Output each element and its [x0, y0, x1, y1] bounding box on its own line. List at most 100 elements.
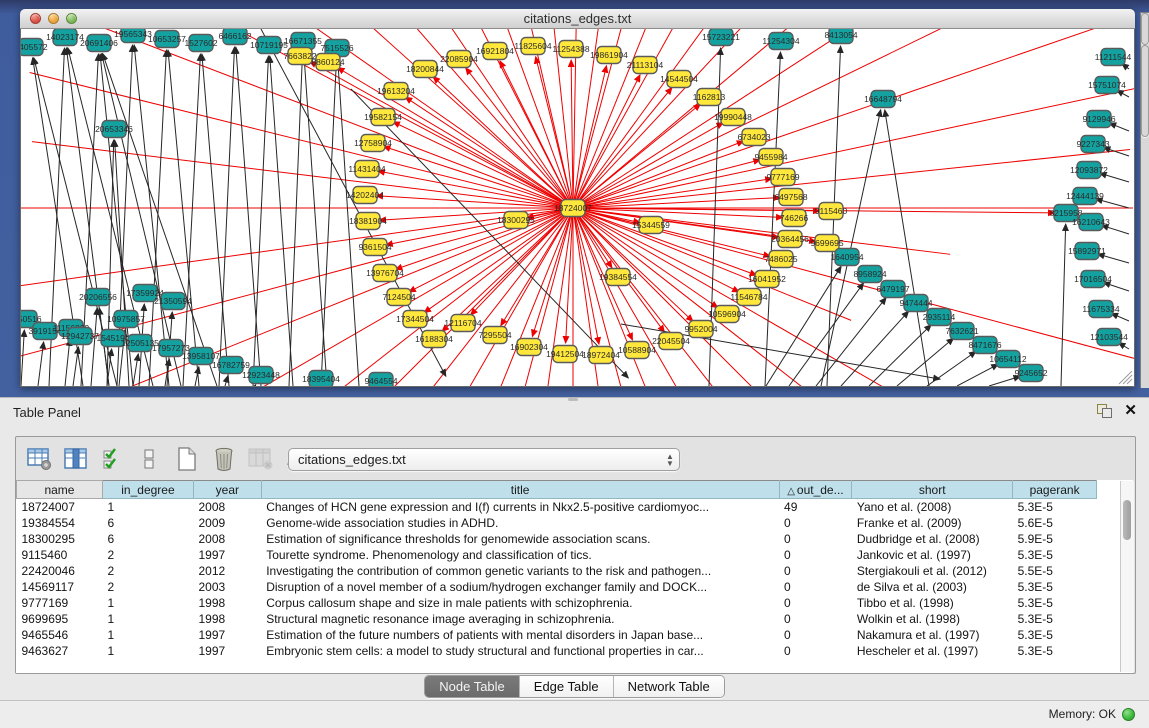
network-node[interactable]: 21113104	[627, 57, 664, 74]
network-node[interactable]: 2405572	[21, 39, 48, 56]
table-cell[interactable]: 5.6E-5	[1013, 515, 1097, 531]
table-cell[interactable]: 9115460	[17, 547, 103, 563]
citation-edge[interactable]	[957, 364, 998, 386]
network-node[interactable]: 16921804	[476, 43, 514, 60]
citation-edge[interactable]	[202, 54, 229, 386]
network-node[interactable]: 17016504	[1074, 271, 1112, 288]
table-cell[interactable]: Genome-wide association studies in ADHD.	[261, 515, 779, 531]
table-cell[interactable]: 0	[779, 547, 852, 563]
table-cell[interactable]: 5.3E-5	[1013, 643, 1097, 659]
table-cell[interactable]: Structural magnetic resonance image aver…	[261, 611, 779, 627]
table-cell[interactable]: Dudbridge et al. (2008)	[852, 531, 1013, 547]
table-cell[interactable]: 2	[102, 563, 193, 579]
citation-edge[interactable]	[21, 330, 24, 386]
table-cell[interactable]: Estimation of the future numbers of pati…	[261, 627, 779, 643]
citation-edge[interactable]	[133, 354, 138, 386]
delete-icon[interactable]	[211, 446, 237, 472]
table-cell[interactable]: 1997	[193, 547, 261, 563]
table-cell[interactable]: 18724007	[17, 499, 103, 516]
citation-edge[interactable]	[73, 347, 78, 386]
citation-edge[interactable]	[236, 47, 261, 386]
network-node[interactable]: 9474444	[899, 295, 932, 312]
citation-edge[interactable]	[38, 342, 44, 386]
table-cell[interactable]: 5.3E-5	[1013, 579, 1097, 595]
table-cell[interactable]: 1998	[193, 595, 261, 611]
citation-edge[interactable]	[168, 50, 199, 386]
table-cell[interactable]: Stergiakouli et al. (2012)	[852, 563, 1013, 579]
network-node[interactable]: 11254304	[762, 33, 799, 50]
table-scrollbar[interactable]	[1120, 481, 1134, 672]
table-cell[interactable]: 5.3E-5	[1013, 611, 1097, 627]
table-cell[interactable]: 5.5E-5	[1013, 563, 1097, 579]
network-node[interactable]: 9952004	[684, 321, 717, 338]
network-node[interactable]: 8471676	[968, 337, 1001, 354]
tab-network-table[interactable]: Network Table	[613, 676, 724, 697]
network-node[interactable]: 7295504	[478, 327, 511, 344]
network-node[interactable]: 17344504	[396, 311, 434, 328]
network-node[interactable]: 11546784	[730, 289, 767, 306]
network-node[interactable]: 16188304	[415, 331, 453, 348]
network-node[interactable]: 746266	[780, 210, 809, 227]
float-panel-icon[interactable]	[1097, 404, 1112, 418]
network-node[interactable]: 20206556	[79, 289, 117, 306]
citation-edge[interactable]	[21, 208, 573, 289]
table-cell[interactable]: 0	[779, 531, 852, 547]
table-cell[interactable]: 2	[102, 579, 193, 595]
table-cell[interactable]: Estimation of significance thresholds fo…	[261, 531, 779, 547]
network-node[interactable]: 21350594	[154, 293, 192, 310]
table-cell[interactable]: 1	[102, 611, 193, 627]
citation-edge[interactable]	[573, 208, 757, 275]
network-node[interactable]: 9361504	[358, 239, 391, 256]
table-cell[interactable]: 22420046	[17, 563, 103, 579]
table-cell[interactable]: 1	[102, 499, 193, 516]
table-row[interactable]: 969969511998Structural magnetic resonanc…	[17, 611, 1134, 627]
table-cell[interactable]: 2003	[193, 579, 261, 595]
table-cell[interactable]: 19384554	[17, 515, 103, 531]
tab-edge-table[interactable]: Edge Table	[519, 676, 613, 697]
table-cell[interactable]: Wolkin et al. (1998)	[852, 611, 1013, 627]
resize-grip-icon[interactable]	[1123, 375, 1132, 384]
network-node[interactable]: 22085904	[440, 51, 478, 68]
citation-edge[interactable]	[321, 59, 336, 386]
table-cell[interactable]: 9465546	[17, 627, 103, 643]
table-cell[interactable]: Franke et al. (2009)	[852, 515, 1013, 531]
network-node[interactable]: 15344559	[632, 217, 670, 234]
deselect-all-icon[interactable]	[137, 446, 163, 472]
column-header-short[interactable]: short	[852, 481, 1013, 499]
table-cell[interactable]: 2008	[193, 531, 261, 547]
citation-edge[interactable]	[1061, 224, 1066, 386]
citation-edge[interactable]	[65, 339, 70, 386]
tab-node-table[interactable]: Node Table	[425, 676, 519, 697]
network-node[interactable]: 9129946	[1082, 111, 1115, 128]
table-row[interactable]: 2242004622012Investigating the contribut…	[17, 563, 1134, 579]
table-cell[interactable]: 0	[779, 595, 852, 611]
citation-edge[interactable]	[841, 311, 909, 386]
table-cell[interactable]: 18300295	[17, 531, 103, 547]
table-cell[interactable]: 2012	[193, 563, 261, 579]
column-header-year[interactable]: year	[193, 481, 261, 499]
network-node[interactable]: 9455984	[754, 149, 787, 166]
network-node[interactable]: 15751074	[1088, 77, 1126, 94]
table-cell[interactable]: Investigating the contribution of common…	[261, 563, 779, 579]
table-row[interactable]: 946554611997Estimation of the future num…	[17, 627, 1134, 643]
network-node[interactable]: 9115460	[815, 203, 848, 220]
network-node[interactable]: 6497568	[774, 189, 807, 206]
table-cell[interactable]: 1998	[193, 611, 261, 627]
table-cell[interactable]: 9777169	[17, 595, 103, 611]
table-cell[interactable]: 1997	[193, 627, 261, 643]
network-node[interactable]: 18381904	[349, 213, 387, 230]
network-node[interactable]: 22045504	[652, 333, 690, 350]
network-node[interactable]: 9245652	[1014, 365, 1047, 382]
table-cell[interactable]: Tourette syndrome. Phenomenology and cla…	[261, 547, 779, 563]
citation-edge[interactable]	[225, 376, 228, 386]
network-node[interactable]: 12444139	[1066, 188, 1104, 205]
network-node[interactable]: 14202404	[346, 187, 384, 204]
table-cell[interactable]: Corpus callosum shape and size in male p…	[261, 595, 779, 611]
network-node[interactable]: 11254388	[552, 41, 589, 58]
table-cell[interactable]: 6	[102, 531, 193, 547]
table-select-dropdown[interactable]: citations_edges.txt ▲▼	[288, 448, 680, 471]
table-row[interactable]: 977716911998Corpus callosum shape and si…	[17, 595, 1134, 611]
select-all-icon[interactable]	[100, 446, 126, 472]
table-cell[interactable]: 0	[779, 611, 852, 627]
show-column-icon[interactable]	[63, 446, 89, 472]
